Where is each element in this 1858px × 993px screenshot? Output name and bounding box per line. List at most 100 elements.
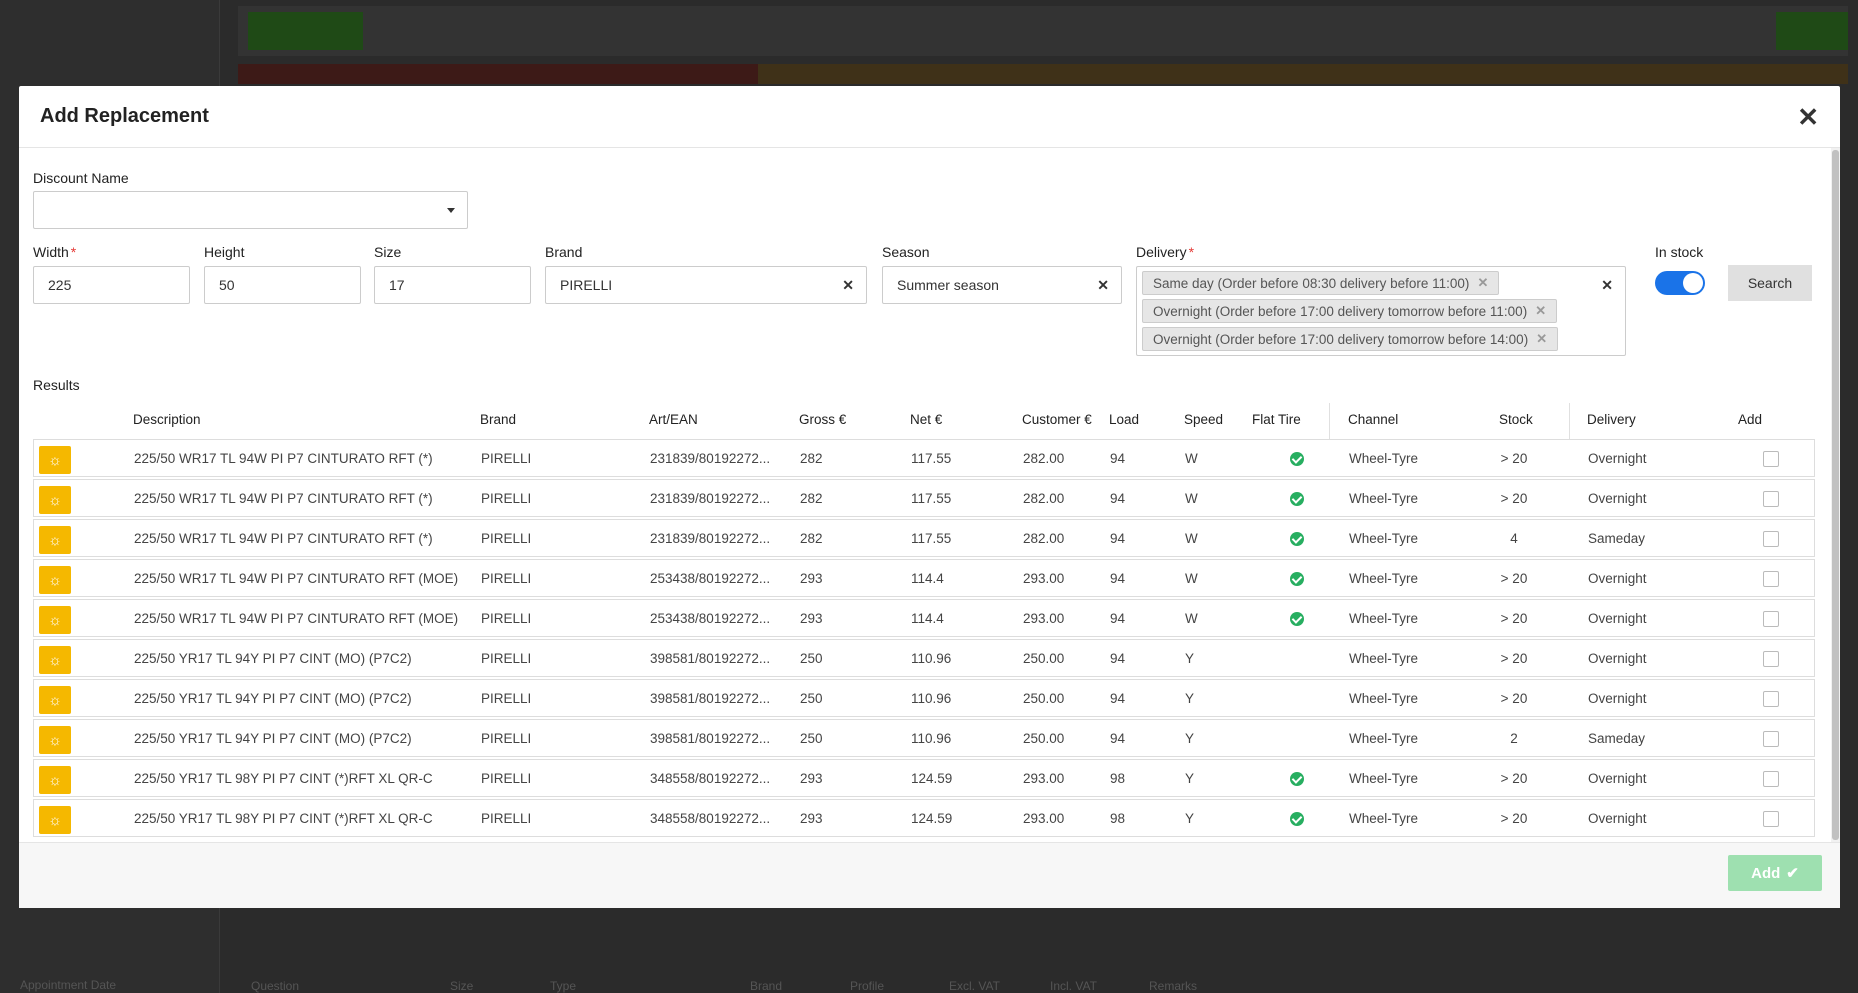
add-row-checkbox[interactable] [1763,451,1779,467]
cell-gross: 293 [800,771,823,786]
cell-ean: 253438/80192272... [650,571,771,586]
cell-gross: 293 [800,571,823,586]
column-header[interactable]: Add [1738,412,1762,427]
cell-ean: 398581/80192272... [650,691,771,706]
summer-season-icon[interactable]: ☼ [39,726,71,754]
summer-season-icon[interactable]: ☼ [39,686,71,714]
season-select[interactable]: Summer season ✕ [882,266,1122,304]
clear-brand-icon[interactable]: ✕ [842,277,854,294]
search-button[interactable]: Search [1728,265,1812,301]
add-row-checkbox[interactable] [1763,691,1779,707]
clear-delivery-icon[interactable]: ✕ [1601,277,1613,294]
delivery-tag[interactable]: Same day (Order before 08:30 delivery be… [1142,271,1500,295]
cell-channel: Wheel-Tyre [1349,571,1419,586]
brand-value: PIRELLI [560,277,613,293]
height-input[interactable]: 50 [204,266,361,304]
column-header[interactable]: Load [1109,412,1139,427]
cell-net: 110.96 [911,691,952,706]
cell-speed: W [1185,531,1198,546]
summer-season-icon[interactable]: ☼ [39,446,71,474]
column-header[interactable]: Gross € [799,412,846,427]
add-row-checkbox[interactable] [1763,531,1779,547]
background-column-label: Remarks [1149,979,1198,993]
column-header[interactable]: Art/EAN [649,412,698,427]
remove-tag-icon[interactable]: ✕ [1535,303,1546,319]
close-icon[interactable]: ✕ [1797,104,1819,130]
summer-season-icon[interactable]: ☼ [39,646,71,674]
column-header[interactable]: Delivery [1587,412,1636,427]
table-row[interactable]: ☼ 225/50 WR17 TL 94W PI P7 CINTURATO RFT … [33,519,1815,557]
delivery-multiselect[interactable]: Same day (Order before 08:30 delivery be… [1136,266,1626,356]
cell-load: 98 [1110,771,1126,786]
column-header[interactable]: Brand [480,412,516,427]
height-value: 50 [219,277,235,293]
add-row-checkbox[interactable] [1763,771,1779,787]
cell-net: 124.59 [911,771,953,786]
remove-tag-icon[interactable]: ✕ [1536,331,1547,347]
table-row[interactable]: ☼ 225/50 YR17 TL 94Y PI P7 CINT (MO) (P7C… [33,719,1815,757]
column-header[interactable]: Stock [1499,412,1533,427]
table-row[interactable]: ☼ 225/50 YR17 TL 98Y PI P7 CINT (*)RFT XL… [33,759,1815,797]
cell-desc: 225/50 YR17 TL 94Y PI P7 CINT (MO) (P7C2… [134,731,412,746]
background-column-label: Type [550,979,577,993]
modal-title: Add Replacement [40,105,209,127]
cell-stock: 2 [1510,731,1518,746]
table-row[interactable]: ☼ 225/50 WR17 TL 94W PI P7 CINTURATO RFT … [33,479,1815,517]
scrollbar-thumb[interactable] [1832,150,1839,840]
cell-desc: 225/50 WR17 TL 94W PI P7 CINTURATO RFT (… [134,491,433,506]
summer-season-icon[interactable]: ☼ [39,526,71,554]
summer-season-icon[interactable]: ☼ [39,566,71,594]
column-header[interactable]: Customer € [1022,412,1092,427]
cell-delivery: Overnight [1588,491,1647,506]
table-row[interactable]: ☼ 225/50 YR17 TL 94Y PI P7 CINT (MO) (P7C… [33,639,1815,677]
cell-speed: Y [1185,691,1195,706]
column-header[interactable]: Net € [910,412,942,427]
table-row[interactable]: ☼ 225/50 YR17 TL 94Y PI P7 CINT (MO) (P7C… [33,679,1815,717]
column-header[interactable]: Channel [1348,412,1398,427]
modal-scrollbar[interactable] [1831,148,1840,842]
add-row-checkbox[interactable] [1763,491,1779,507]
add-row-checkbox[interactable] [1763,731,1779,747]
cell-net: 114.4 [911,571,944,586]
column-header[interactable]: Speed [1184,412,1223,427]
brand-select[interactable]: PIRELLI ✕ [545,266,867,304]
summer-season-icon[interactable]: ☼ [39,806,71,834]
cell-load: 98 [1110,811,1126,826]
summer-season-icon[interactable]: ☼ [39,486,71,514]
discount-name-select[interactable] [33,191,468,229]
column-header[interactable]: Flat Tire [1252,412,1301,427]
cell-channel: Wheel-Tyre [1349,771,1419,786]
table-row[interactable]: ☼ 225/50 YR17 TL 98Y PI P7 CINT (*)RFT XL… [33,799,1815,837]
add-row-checkbox[interactable] [1763,651,1779,667]
chevron-down-icon [447,208,455,213]
in-stock-toggle[interactable] [1655,271,1705,295]
width-input[interactable]: 225 [33,266,190,304]
cell-brand: PIRELLI [481,451,532,466]
cell-stock: > 20 [1500,811,1528,826]
remove-tag-icon[interactable]: ✕ [1477,275,1488,291]
cell-speed: Y [1185,651,1195,666]
summer-season-icon[interactable]: ☼ [39,766,71,794]
clear-season-icon[interactable]: ✕ [1097,277,1109,294]
delivery-tag[interactable]: Overnight (Order before 17:00 delivery t… [1142,299,1558,323]
cell-channel: Wheel-Tyre [1349,531,1419,546]
column-divider [1569,403,1570,441]
cell-ean: 348558/80192272... [650,771,771,786]
table-row[interactable]: ☼ 225/50 WR17 TL 94W PI P7 CINTURATO RFT … [33,599,1815,637]
add-row-checkbox[interactable] [1763,811,1779,827]
background-column-label: Excl. VAT [949,979,1000,993]
delivery-tag[interactable]: Overnight (Order before 17:00 delivery t… [1142,327,1559,351]
size-input[interactable]: 17 [374,266,531,304]
column-header[interactable]: Description [133,412,201,427]
season-label: Season [882,244,930,260]
cell-brand: PIRELLI [481,531,532,546]
cell-ean: 231839/80192272... [650,451,771,466]
table-row[interactable]: ☼ 225/50 WR17 TL 94W PI P7 CINTURATO RFT … [33,439,1815,477]
summer-season-icon[interactable]: ☼ [39,606,71,634]
table-row[interactable]: ☼ 225/50 WR17 TL 94W PI P7 CINTURATO RFT … [33,559,1815,597]
add-row-checkbox[interactable] [1763,571,1779,587]
cell-gross: 250 [800,731,823,746]
cell-desc: 225/50 WR17 TL 94W PI P7 CINTURATO RFT (… [134,611,459,626]
add-row-checkbox[interactable] [1763,611,1779,627]
add-button[interactable]: Add ✔ [1728,855,1822,891]
